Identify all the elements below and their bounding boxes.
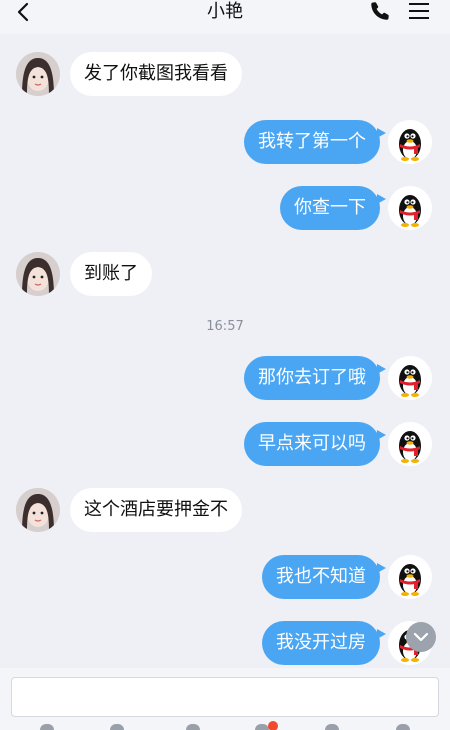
message-bubble[interactable]: 我转了第一个 [244,120,386,164]
qq-penguin-avatar [388,356,432,400]
message-timestamp: 16:57 [206,319,244,334]
toolbar-icon[interactable] [40,724,54,730]
message-bubble[interactable]: 我也不知道 [262,555,386,599]
message-row: 这个酒店要押金不 [0,488,450,538]
my-avatar[interactable] [388,555,432,599]
message-bubble[interactable]: 那你去订了哦 [244,356,386,400]
girl-avatar [16,52,60,96]
qq-penguin-avatar [388,422,432,466]
menu-icon [409,3,429,19]
toolbar-strip [0,721,450,730]
my-avatar[interactable] [388,120,432,164]
message-row: 早点来可以吗 [0,422,450,472]
message-bubble[interactable]: 我没开过房 [262,621,386,665]
message-bubble[interactable]: 这个酒店要押金不 [70,488,242,532]
message-input[interactable] [11,677,439,717]
toolbar-icon[interactable] [186,724,200,730]
phone-icon [371,2,389,20]
message-bubble[interactable]: 到账了 [70,252,152,296]
qq-penguin-avatar [388,120,432,164]
message-row: 我也不知道 [0,555,450,605]
message-row: 那你去订了哦 [0,356,450,406]
scroll-down-icon [413,632,429,642]
message-bubble[interactable]: 发了你截图我看看 [70,52,242,96]
message-bubble[interactable]: 早点来可以吗 [244,422,386,466]
message-row: 你查一下 [0,186,450,236]
message-row: 发了你截图我看看 [0,52,450,102]
message-row: 我没开过房 [0,621,450,671]
toolbar-icon[interactable] [110,724,124,730]
my-avatar[interactable] [388,422,432,466]
scroll-to-bottom-button[interactable] [406,622,436,652]
toolbar-icon[interactable] [325,724,339,730]
qq-penguin-avatar [388,555,432,599]
chat-header: 小艳 [0,0,450,34]
toolbar-icon[interactable] [396,724,410,730]
toolbar-icon[interactable] [255,724,269,730]
message-list[interactable]: 发了你截图我看看 我转了第一个 你查一下 到账了 16:57 那你去订了哦 早点… [0,34,450,668]
message-row: 我转了第一个 [0,120,450,170]
call-button[interactable] [369,0,391,22]
message-row: 到账了 [0,252,450,302]
girl-avatar [16,488,60,532]
contact-avatar[interactable] [16,488,60,532]
contact-avatar[interactable] [16,52,60,96]
input-bar [0,668,450,730]
my-avatar[interactable] [388,186,432,230]
more-menu-button[interactable] [408,1,430,21]
notification-dot [268,721,278,730]
girl-avatar [16,252,60,296]
my-avatar[interactable] [388,356,432,400]
message-bubble[interactable]: 你查一下 [280,186,386,230]
contact-avatar[interactable] [16,252,60,296]
qq-penguin-avatar [388,186,432,230]
